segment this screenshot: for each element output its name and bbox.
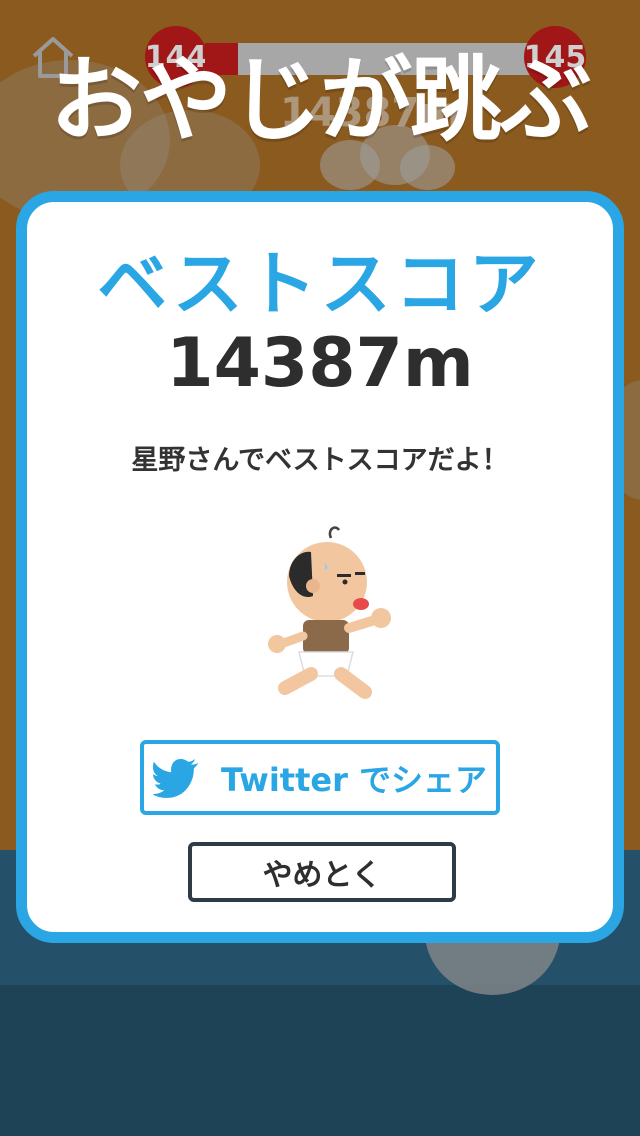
- twitter-bird-icon: [152, 758, 199, 798]
- oyaji-character-image: [255, 516, 405, 706]
- game-logo: おやじが跳ぶ: [49, 47, 592, 154]
- best-score-dialog: ベストスコア 14387m 星野さんでベストスコアだよ！ Twitter でシェ…: [16, 191, 624, 943]
- twitter-share-label: Twitter でシェア: [220, 760, 488, 799]
- sea-deep: [0, 985, 640, 1136]
- dialog-title: ベストスコア: [97, 243, 543, 325]
- best-score-message: 星野さんでベストスコアだよ！: [131, 445, 509, 476]
- twitter-share-button[interactable]: Twitter でシェア: [140, 740, 500, 815]
- quit-button[interactable]: やめとく: [188, 842, 456, 902]
- best-score-value: 14387m: [166, 324, 474, 403]
